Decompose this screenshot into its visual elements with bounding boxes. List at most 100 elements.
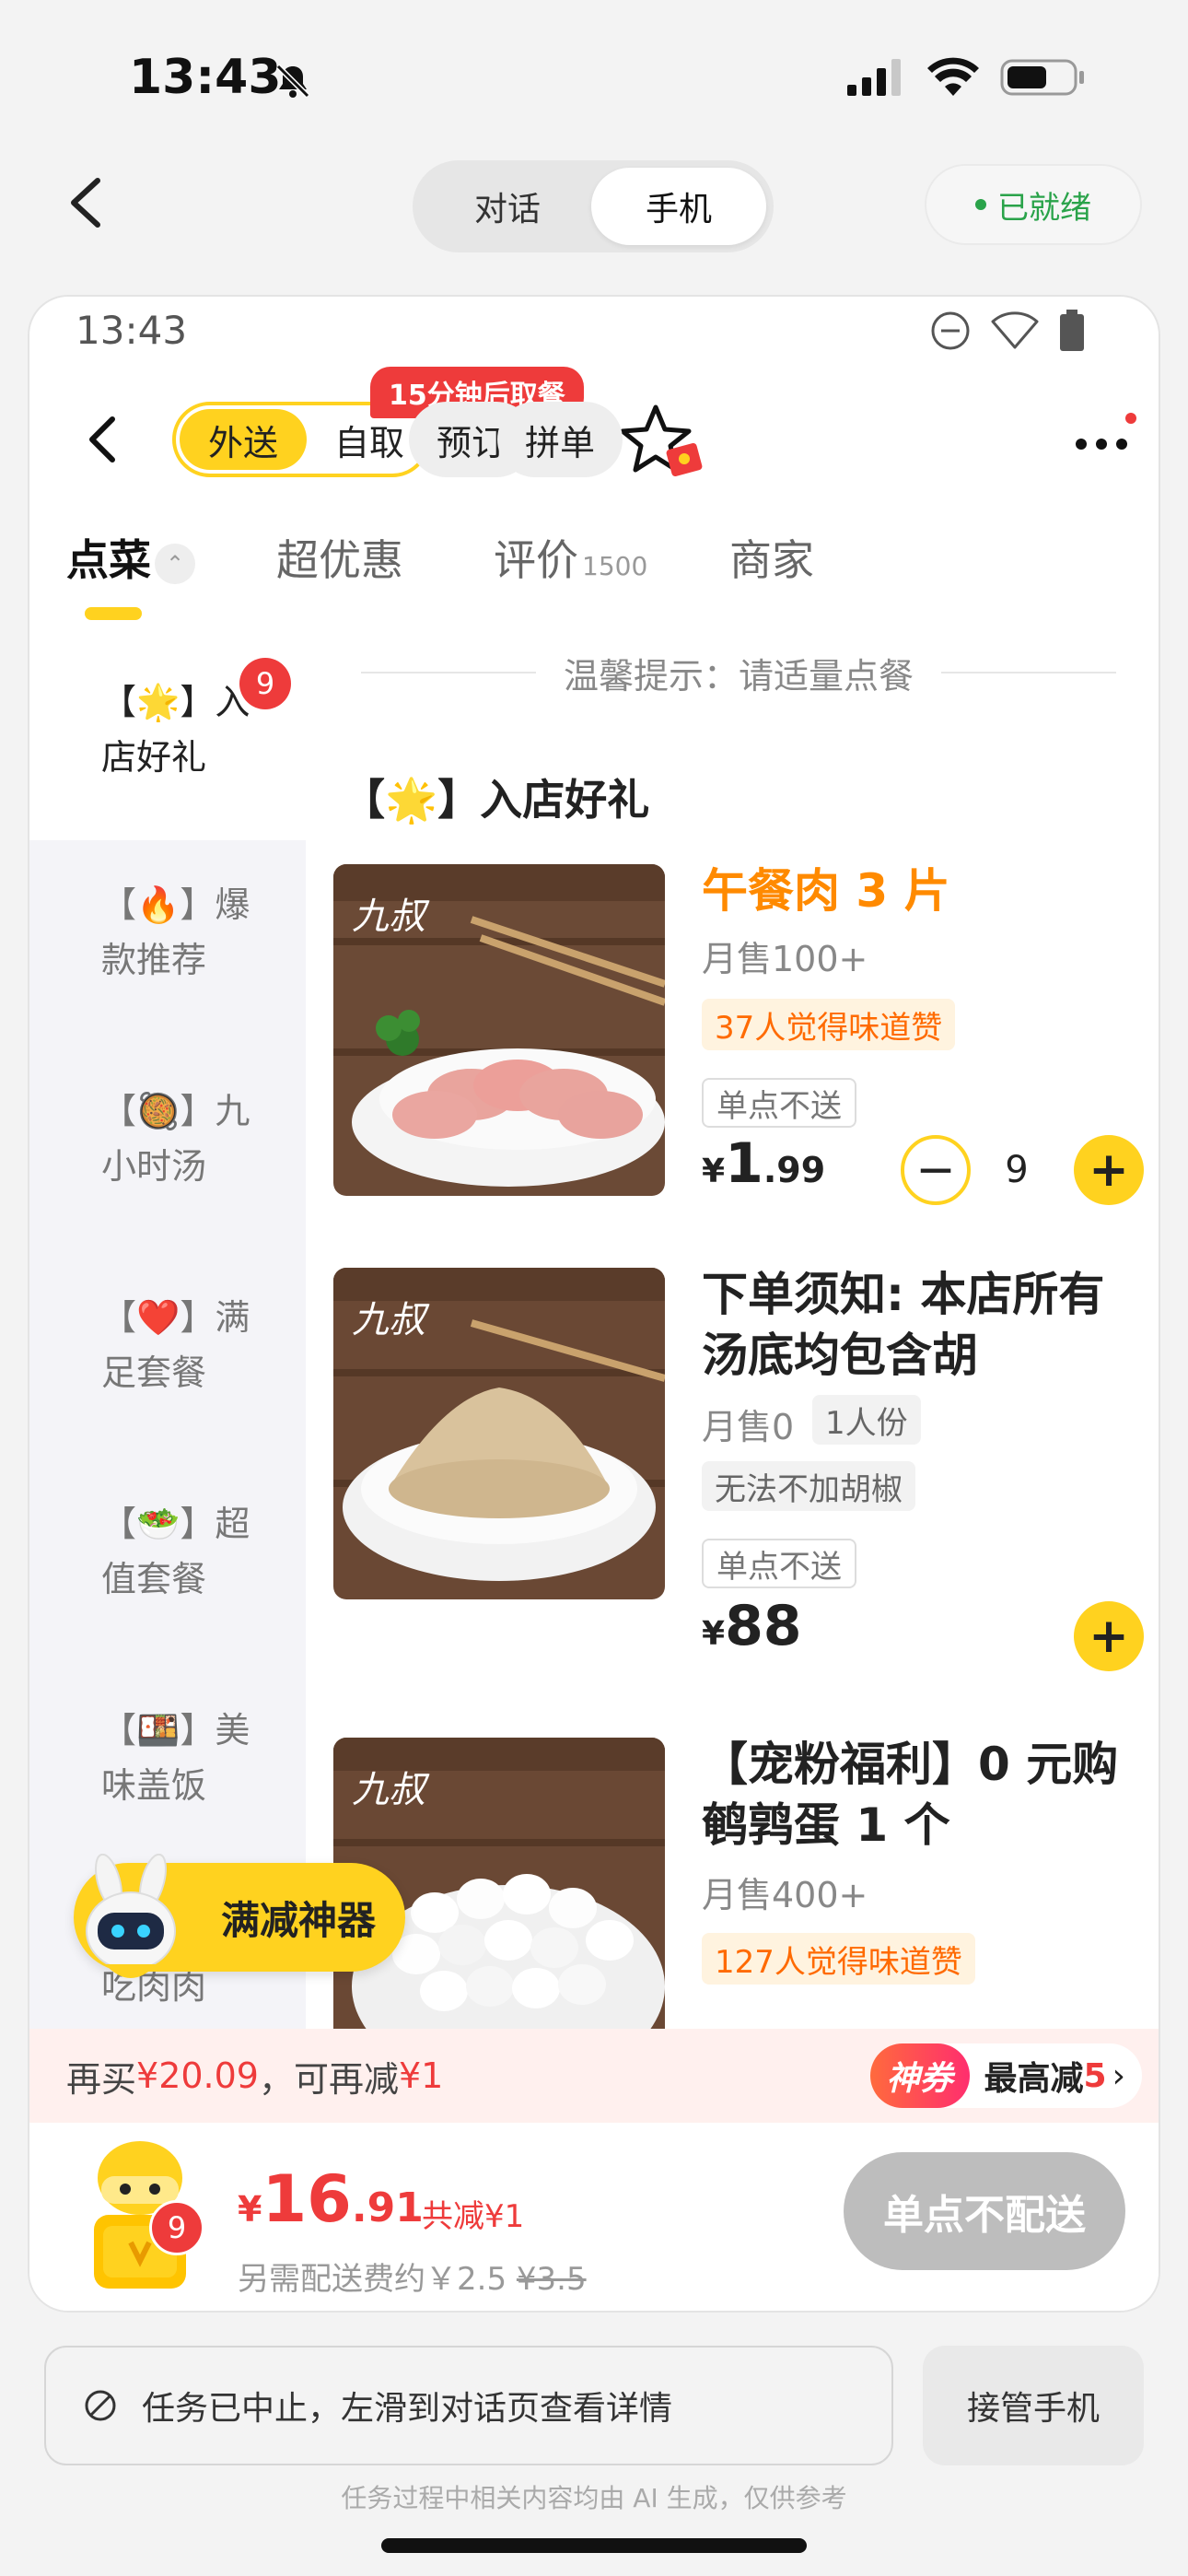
robot-mascot-icon xyxy=(86,1854,176,1978)
group-order-button[interactable]: 拼单 xyxy=(497,402,623,477)
price-currency: ¥ xyxy=(702,1615,726,1653)
price-integer: 88 xyxy=(725,1594,802,1658)
active-tab-indicator xyxy=(85,607,142,620)
cart-bar: 9 ¥ 16 .91 共减¥1 另需配送费约￥2.5 ¥3.5 单点不配送 xyxy=(29,2123,1159,2311)
sidebar-item-label: 【🍱】美味盖饭 xyxy=(101,1710,250,1806)
task-status-text: 任务已中止，左滑到对话页查看详情 xyxy=(142,2390,673,2428)
sidebar-item-welcome-gift[interactable]: 【🌟】入店好礼 9 xyxy=(29,647,306,840)
coupon-number: 5 xyxy=(1083,2056,1107,2095)
cart-price-currency: ¥ xyxy=(238,2189,262,2230)
chevron-right-icon: › xyxy=(1112,2056,1125,2095)
phone-battery-icon xyxy=(1060,310,1084,351)
stopped-icon xyxy=(85,2390,116,2421)
cart-price-decimal: .91 xyxy=(351,2184,424,2231)
discount-helper-label: 满减神器 xyxy=(221,1897,377,1943)
price-currency: ¥ xyxy=(702,1153,726,1190)
sidebar-item-satisfy-set[interactable]: 【❤️】满足套餐 xyxy=(29,1290,306,1400)
sidebar-item-label: 【🔥】爆款推荐 xyxy=(101,884,250,980)
item-price: ¥ 88 xyxy=(702,1594,802,1658)
portion-tag: 1人份 xyxy=(812,1395,921,1445)
tab-merchant-label: 商家 xyxy=(729,535,814,585)
mode-delivery[interactable]: 外送 xyxy=(180,409,307,470)
add-to-cart-button[interactable]: + xyxy=(1074,1601,1144,1671)
luncheon-meat-image: 九叔 xyxy=(333,864,665,1196)
delivery-fee-text: 另需配送费约￥2.5 xyxy=(238,2261,507,2298)
home-indicator[interactable] xyxy=(381,2538,807,2553)
decrease-quantity-button[interactable]: − xyxy=(901,1135,971,1205)
promo-save: ¥1 xyxy=(399,2055,444,2096)
like-tag: 37人觉得味道赞 xyxy=(702,999,956,1050)
view-segmented-control: 对话 手机 xyxy=(413,160,774,252)
cart-discount: 共减¥1 xyxy=(422,2198,525,2235)
spec-tag: 无法不加胡椒 xyxy=(702,1461,915,1511)
promo-prefix: 再买 xyxy=(66,2058,137,2100)
price-integer: 1 xyxy=(725,1131,763,1196)
tab-phone[interactable]: 手机 xyxy=(591,168,766,245)
item-price: ¥ 1 .99 xyxy=(702,1131,825,1196)
system-time: 13:43 xyxy=(129,50,282,105)
status-label: 已就绪 xyxy=(997,189,1091,227)
back-chevron-icon[interactable] xyxy=(63,175,109,230)
sidebar-item-label: 【🌟】入店好礼 xyxy=(101,682,250,778)
sidebar-item-hot[interactable]: 【🔥】爆款推荐 xyxy=(29,877,306,988)
sidebar-item-label: 【🥗】超值套餐 xyxy=(101,1504,250,1599)
cellular-signal-icon xyxy=(847,59,901,96)
takeover-phone-button[interactable]: 接管手机 xyxy=(923,2346,1144,2465)
coupon-text: 最高减 xyxy=(984,2060,1084,2098)
tab-menu[interactable]: 点菜 ⌃ xyxy=(66,527,195,588)
category-sidebar: 【🌟】入店好礼 9 【🔥】爆款推荐 【🥘】九小时汤 【❤️】满足套餐 【🥗】超值… xyxy=(29,647,306,2047)
menu-item[interactable]: 九叔 下单须知: 本店所有汤底均包含胡 月售0 1人份 无法不加胡椒 单点不送 … xyxy=(333,1268,1144,1710)
svg-text:九叔: 九叔 xyxy=(352,1299,430,1341)
pepper-powder-image: 九叔 xyxy=(333,1268,665,1599)
phone-wifi-icon xyxy=(991,311,1039,349)
quantity-value: 9 xyxy=(1005,1149,1029,1191)
item-sales: 月售400+ xyxy=(702,1875,868,1915)
sidebar-item-rice-bowl[interactable]: 【🍱】美味盖饭 xyxy=(29,1703,306,1813)
favorite-star-icon[interactable] xyxy=(619,402,707,485)
battery-icon xyxy=(1000,59,1084,96)
checkout-button[interactable]: 单点不配送 xyxy=(844,2152,1125,2270)
tab-deals[interactable]: 超优惠 xyxy=(276,527,403,588)
tab-reviews[interactable]: 评价 1500 xyxy=(494,527,647,588)
store-tabs: 点菜 ⌃ 超优惠 评价 1500 商家 xyxy=(29,527,1159,647)
promo-amount: ¥20.09 xyxy=(136,2055,259,2096)
sidebar-item-label: 【🥘】九小时汤 xyxy=(101,1091,250,1187)
price-decimal: .99 xyxy=(763,1150,826,1190)
coupon-button[interactable]: 神券 最高减 5 › xyxy=(869,2043,1142,2108)
store-back-icon[interactable] xyxy=(83,412,120,467)
tab-menu-label: 点菜 xyxy=(66,535,151,585)
tab-deals-label: 超优惠 xyxy=(276,535,403,585)
promo-middle: ，可再减 xyxy=(258,2058,399,2100)
cart-total-price: ¥ 16 .91 xyxy=(238,2161,424,2237)
increase-quantity-button[interactable]: + xyxy=(1074,1135,1144,1205)
system-status-bar: 13:43 xyxy=(0,0,1188,157)
menu-item[interactable]: 九叔 午餐肉 3 片 月售100+ 37人觉得味道赞 单点不送 ¥ 1 .99 … xyxy=(333,864,1144,1214)
tip-text: 温馨提示：请适量点餐 xyxy=(564,655,914,697)
menu-item[interactable]: 九叔 【宠粉福利】0 元购鹌鹑蛋 1 个 月售400+ 127人觉得味道赞 xyxy=(333,1738,1144,2029)
phone-status-bar: 13:43 xyxy=(29,297,1159,370)
item-sales: 月售0 xyxy=(702,1407,795,1447)
sidebar-item-soup[interactable]: 【🥘】九小时汤 xyxy=(29,1083,306,1194)
task-status-bar[interactable]: 任务已中止，左滑到对话页查看详情 xyxy=(44,2346,893,2465)
item-name: 【宠粉福利】0 元购鹌鹑蛋 1 个 xyxy=(702,1738,1119,1852)
section-title: 【🌟】入店好礼 xyxy=(343,775,650,825)
single-not-delivered-tag: 单点不送 xyxy=(702,1078,856,1128)
tab-chat[interactable]: 对话 xyxy=(420,168,595,245)
mute-bell-icon xyxy=(275,64,310,99)
item-sales: 月售100+ xyxy=(702,939,868,979)
phone-time: 13:43 xyxy=(76,308,188,353)
tab-reviews-count: 1500 xyxy=(582,551,648,581)
sidebar-item-label: 【❤️】满足套餐 xyxy=(101,1297,250,1393)
delivery-fee-original: ¥3.5 xyxy=(516,2261,587,2298)
tab-reviews-label: 评价 xyxy=(494,535,578,585)
coupon-tag: 神券 xyxy=(869,2043,970,2108)
collapse-up-icon: ⌃ xyxy=(155,544,195,584)
more-options-icon[interactable] xyxy=(1061,405,1144,479)
ai-disclaimer: 任务过程中相关内容均由 AI 生成，仅供参考 xyxy=(341,2483,847,2513)
tab-merchant[interactable]: 商家 xyxy=(729,527,814,588)
status-dot-icon xyxy=(975,199,986,210)
delivery-fee: 另需配送费约￥2.5 ¥3.5 xyxy=(238,2254,587,2299)
single-not-delivered-tag: 单点不送 xyxy=(702,1539,856,1588)
sidebar-item-value-set[interactable]: 【🥗】超值套餐 xyxy=(29,1496,306,1607)
status-badge: 已就绪 xyxy=(925,164,1142,245)
